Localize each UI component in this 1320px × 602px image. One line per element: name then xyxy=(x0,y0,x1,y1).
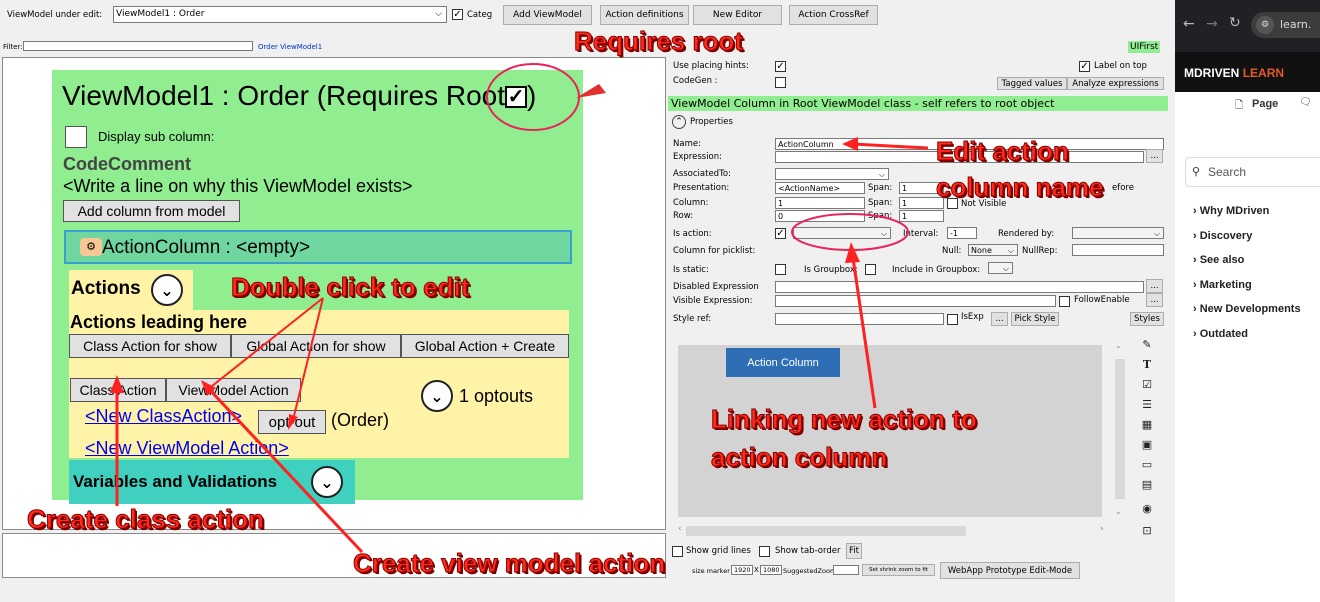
site-logo[interactable]: MDRIVEN LEARN xyxy=(1184,66,1284,80)
requires-root-circle xyxy=(486,63,580,131)
page-tabs: 🗋 Page 🗨 xyxy=(1175,92,1320,117)
browser-panel: ← → ↻ ⚙ learn. MDRIVEN LEARN 🗋 Page 🗨 ⚲ … xyxy=(1175,0,1320,602)
column-name-annotation: column name xyxy=(936,172,1105,203)
linking-annotation: Linking new action to xyxy=(711,404,978,435)
search-placeholder: Search xyxy=(1208,165,1247,179)
edit-action-annotation: Edit action xyxy=(936,136,1070,167)
site-header: MDRIVEN LEARN 🗋 Page 🗨 xyxy=(1175,52,1320,117)
brand-a: MDRIVEN xyxy=(1184,66,1240,80)
linking-arrow xyxy=(851,257,877,409)
sidebar-item[interactable]: › Discovery xyxy=(1193,230,1252,242)
reload-icon[interactable]: ↻ xyxy=(1229,15,1241,31)
sidebar-item[interactable]: › See also xyxy=(1193,254,1244,266)
search-box[interactable]: ⚲ Search xyxy=(1185,157,1320,187)
url-text: learn. xyxy=(1280,18,1312,31)
sidebar-item[interactable]: › Marketing xyxy=(1193,279,1252,291)
forward-icon[interactable]: → xyxy=(1206,16,1218,32)
browser-toolbar: ← → ↻ ⚙ learn. xyxy=(1175,0,1320,52)
sidebar-item[interactable]: › New Developments xyxy=(1193,303,1301,315)
create-class-arrowhead xyxy=(110,375,124,393)
search-icon: ⚲ xyxy=(1192,165,1201,178)
double-click-annotation: Double click to edit xyxy=(230,272,470,303)
create-vm-annotation: Create view model action xyxy=(352,548,666,579)
double-click-arrowhead-1 xyxy=(288,414,298,430)
is-action-circle xyxy=(791,213,909,251)
back-icon[interactable]: ← xyxy=(1183,16,1195,32)
address-bar[interactable]: ⚙ learn. xyxy=(1251,12,1320,38)
page-icon: 🗋 xyxy=(1235,100,1244,111)
double-click-arrow-1 xyxy=(292,297,324,421)
sidebar-item[interactable]: › Outdated xyxy=(1193,328,1248,340)
brand-b: LEARN xyxy=(1242,66,1285,80)
linking-arrowhead xyxy=(845,242,860,263)
double-click-arrow-2 xyxy=(206,297,324,391)
site-settings-icon[interactable]: ⚙ xyxy=(1256,16,1274,34)
edit-name-arrowhead xyxy=(842,137,858,151)
edit-name-arrow xyxy=(851,142,929,150)
viewmodel-editor-window: ViewModel under edit: ViewModel1 : Order… xyxy=(0,0,1175,602)
discussion-icon[interactable]: 🗨 xyxy=(1299,97,1312,108)
requires-root-annotation: Requires root xyxy=(573,26,744,57)
action-column-annotation: action column xyxy=(710,442,888,473)
sidebar-item[interactable]: › Why MDriven xyxy=(1193,205,1269,217)
requires-root-arrow xyxy=(576,84,606,98)
create-class-annotation: Create class action xyxy=(26,504,265,535)
page-tab[interactable]: Page xyxy=(1252,98,1278,110)
